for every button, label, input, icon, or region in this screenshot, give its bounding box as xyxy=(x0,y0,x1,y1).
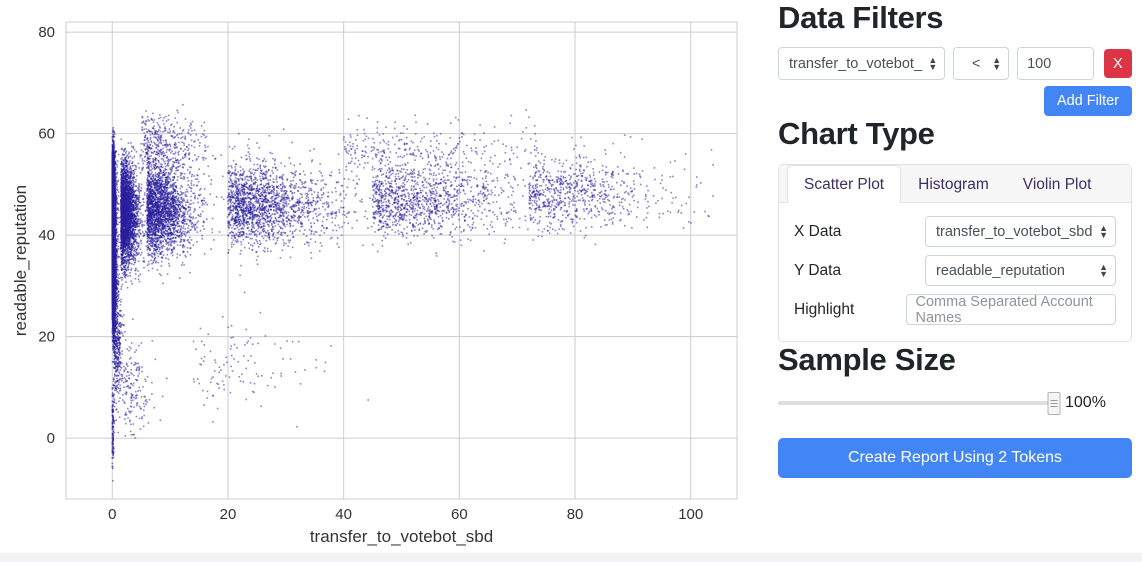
highlight-input[interactable]: Comma Separated Account Names xyxy=(905,293,1116,326)
filter-operator-select[interactable]: < ▲ ▼ xyxy=(953,47,1010,80)
y-data-value: readable_reputation xyxy=(936,262,1065,279)
highlight-placeholder: Comma Separated Account Names xyxy=(915,293,1093,326)
x-data-select[interactable]: transfer_to_votebot_sbd ▲ ▼ xyxy=(925,216,1116,247)
y-data-row: Y Data readable_reputation ▲ ▼ xyxy=(794,255,1116,286)
chevron-updown-icon: ▲ ▼ xyxy=(1099,222,1108,240)
highlight-label: Highlight xyxy=(794,300,855,318)
chart-type-card: Scatter Plot Histogram Violin Plot X Dat… xyxy=(778,164,1132,342)
tab-histogram[interactable]: Histogram xyxy=(901,165,1006,203)
add-filter-button[interactable]: Add Filter xyxy=(1043,86,1132,116)
chart-type-tabs: Scatter Plot Histogram Violin Plot xyxy=(779,165,1131,203)
sample-size-slider[interactable] xyxy=(778,391,1061,415)
x-data-label: X Data xyxy=(794,222,842,240)
chevron-updown-icon: ▲ ▼ xyxy=(992,54,1002,72)
highlight-row: Highlight Comma Separated Account Names xyxy=(794,293,1116,326)
filter-value-text: 100 xyxy=(1027,55,1052,72)
filter-operator-value: < xyxy=(971,55,981,72)
filter-field-select[interactable]: transfer_to_votebot_ ▲ ▼ xyxy=(778,47,946,80)
x-data-row: X Data transfer_to_votebot_sbd ▲ ▼ xyxy=(794,216,1116,247)
y-data-label: Y Data xyxy=(794,261,842,279)
chart-panel: 0 20 40 60 80 100 0 20 40 60 80 transfer_to_votebot… xyxy=(0,0,748,553)
chevron-updown-icon: ▲ ▼ xyxy=(928,54,938,72)
chevron-updown-icon: ▲ ▼ xyxy=(1099,261,1108,279)
x-data-value: transfer_to_votebot_sbd xyxy=(936,223,1093,240)
filter-field-value: transfer_to_votebot_ xyxy=(789,55,923,72)
create-report-button[interactable]: Create Report Using 2 Tokens xyxy=(778,438,1132,478)
tab-violin-plot[interactable]: Violin Plot xyxy=(1006,165,1109,203)
sample-size-title: Sample Size xyxy=(778,342,956,377)
remove-filter-button[interactable]: X xyxy=(1103,49,1132,78)
app-root: 0 20 40 60 80 100 0 20 40 60 80 transfer_to_votebot… xyxy=(0,0,1142,562)
scatter-plot[interactable]: 0 20 40 60 80 100020406080transfer_to_votebot… xyxy=(0,0,748,553)
sample-size-value: 100% xyxy=(1065,394,1106,411)
tab-scatter-plot[interactable]: Scatter Plot xyxy=(787,165,902,203)
filter-row: transfer_to_votebot_ ▲ ▼ < ▲ ▼ 100 X xyxy=(778,47,1132,80)
y-data-select[interactable]: readable_reputation ▲ ▼ xyxy=(925,255,1116,286)
sample-size-row: 100% xyxy=(778,391,1132,415)
chart-type-title: Chart Type xyxy=(778,116,935,151)
chart-type-form: X Data transfer_to_votebot_sbd ▲ ▼ Y Data xyxy=(779,203,1131,341)
slider-thumb[interactable] xyxy=(1047,391,1061,415)
data-filters-title: Data Filters xyxy=(778,0,944,35)
filter-value-input[interactable]: 100 xyxy=(1017,47,1094,80)
slider-track xyxy=(778,401,1055,405)
controls-panel: Data Filters transfer_to_votebot_ ▲ ▼ < ▲… xyxy=(748,0,1142,553)
add-filter-row: Add Filter xyxy=(778,86,1132,116)
